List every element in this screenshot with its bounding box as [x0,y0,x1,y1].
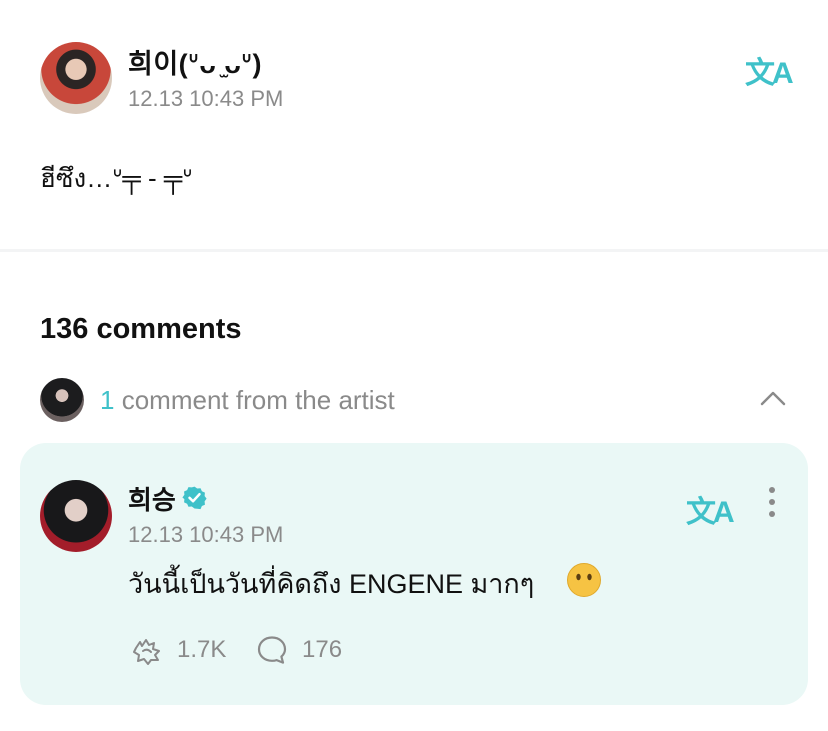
reply-count: 176 [302,636,343,663]
chevron-up-icon[interactable] [760,388,786,408]
comments-count-heading: 136 comments [40,313,242,345]
translate-icon[interactable]: 文A [745,48,794,92]
like-icon[interactable] [130,634,164,666]
post-author-name[interactable]: 희이(ᐡᴗ ̫ᴗᐡ) [128,42,262,81]
comment-author-name[interactable]: 희승 [128,480,176,517]
like-count: 1.7K [177,636,227,663]
post-author-avatar[interactable] [40,42,112,114]
artist-comment-count: 1 [100,385,115,415]
post-body-text: ฮีซึง…ᐡ╤ - ╤ᐡ [40,163,193,193]
comment-body-text: วันนี้เป็นวันที่คิดถึง ENGENE มากๆ [128,569,535,599]
artist-comment-text: comment from the artist [121,385,395,415]
verified-badge-icon [182,486,207,510]
more-options-icon[interactable] [764,487,780,523]
no-mouth-face-emoji-icon [567,563,601,597]
post-timestamp: 12.13 10:43 PM [128,86,284,111]
comment-author-avatar[interactable] [40,480,112,552]
section-divider [0,249,828,252]
artist-avatar-small[interactable] [40,378,84,422]
translate-icon[interactable]: 文A [686,487,735,531]
comment-timestamp: 12.13 10:43 PM [128,522,284,547]
comment-reply-icon[interactable] [256,634,288,666]
artist-comments-toggle-label[interactable]: 1 comment from the artist [100,385,395,416]
